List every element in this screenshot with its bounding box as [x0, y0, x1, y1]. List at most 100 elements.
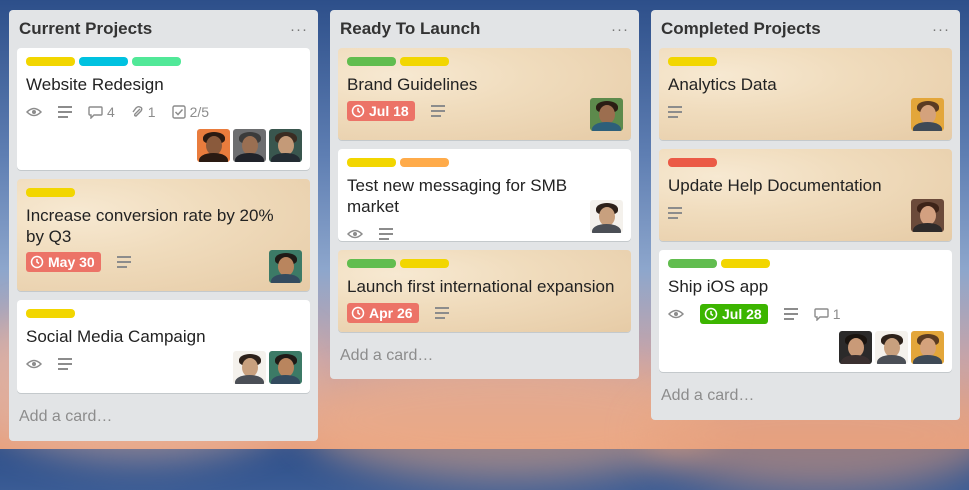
card-labels [668, 158, 943, 167]
description-icon [116, 256, 131, 268]
watch-icon [668, 308, 684, 320]
card-increase-conversion[interactable]: Increase conversion rate by 20% by Q3 Ma… [17, 179, 310, 291]
comment-icon [88, 105, 103, 119]
label-red [668, 158, 717, 167]
due-date-text: Jul 18 [369, 103, 409, 119]
member-avatar[interactable] [875, 331, 908, 364]
description-icon [668, 207, 682, 219]
member-avatar[interactable] [911, 331, 944, 364]
list-title[interactable]: Ready To Launch [340, 19, 480, 39]
card-title: Launch first international expansion [347, 277, 615, 296]
card-badges [668, 202, 943, 224]
list-header: Current Projects ··· [17, 10, 310, 48]
label-yellow [668, 57, 717, 66]
comments-count: 1 [832, 306, 841, 322]
card-labels [668, 259, 943, 268]
card-social-media-campaign[interactable]: Social Media Campaign [17, 300, 310, 393]
list-title[interactable]: Completed Projects [661, 19, 821, 39]
attachments-count: 1 [147, 104, 156, 120]
add-card-button[interactable]: Add a card… [17, 402, 310, 432]
watch-icon [26, 106, 42, 118]
member-avatar[interactable] [911, 199, 944, 232]
card-labels [26, 188, 301, 197]
checklist-icon [171, 105, 186, 119]
card-labels [26, 57, 301, 66]
card-title: Brand Guidelines [347, 75, 478, 94]
card-title: Ship iOS app [668, 277, 769, 296]
card-analytics-data[interactable]: Analytics Data [659, 48, 952, 140]
paperclip-icon [132, 105, 143, 117]
card-ship-ios-app[interactable]: Ship iOS app Jul 28 1 [659, 250, 952, 372]
card-members [911, 199, 944, 232]
member-avatar[interactable] [911, 98, 944, 131]
card-launch-international[interactable]: Launch first international expansion Apr… [338, 250, 631, 332]
due-date-badge[interactable]: May 30 [26, 252, 101, 272]
member-avatar[interactable] [197, 129, 230, 162]
list-menu-icon[interactable]: ··· [611, 21, 629, 38]
list-menu-icon[interactable]: ··· [932, 21, 950, 38]
list-completed-projects: Completed Projects ··· Analytics Data Up… [651, 10, 960, 420]
clock-icon [704, 307, 718, 321]
list-header: Completed Projects ··· [659, 10, 952, 48]
card-members [197, 129, 302, 162]
comments-count: 4 [107, 104, 115, 120]
label-green [347, 57, 396, 66]
member-avatar[interactable] [269, 250, 302, 283]
card-title: Social Media Campaign [26, 327, 206, 346]
card-labels [347, 259, 622, 268]
due-date-badge[interactable]: Jul 28 [700, 304, 768, 324]
label-green [347, 259, 396, 268]
label-green [668, 259, 717, 268]
add-card-button[interactable]: Add a card… [659, 381, 952, 411]
due-date-text: Jul 28 [722, 306, 762, 322]
card-labels [668, 57, 943, 66]
member-avatar[interactable] [590, 200, 623, 233]
add-card-button[interactable]: Add a card… [338, 341, 631, 371]
member-avatar[interactable] [269, 351, 302, 384]
member-avatar[interactable] [590, 98, 623, 131]
member-avatar[interactable] [233, 129, 266, 162]
label-yellow [26, 57, 75, 66]
member-avatar[interactable] [233, 351, 266, 384]
card-members [590, 98, 623, 131]
clock-icon [30, 255, 44, 269]
watch-icon [347, 228, 363, 240]
member-avatar[interactable] [269, 129, 302, 162]
description-icon [379, 228, 393, 240]
card-labels [347, 57, 622, 66]
member-avatar[interactable] [839, 331, 872, 364]
card-badges: Jul 28 1 [668, 303, 943, 325]
card-badges: May 30 [26, 251, 301, 273]
list-menu-icon[interactable]: ··· [290, 21, 308, 38]
list-ready-to-launch: Ready To Launch ··· Brand Guidelines Jul… [330, 10, 639, 379]
due-date-badge[interactable]: Jul 18 [347, 101, 415, 121]
card-badges: Apr 26 [347, 302, 622, 324]
comments-badge: 1 [814, 306, 841, 322]
card-update-help-documentation[interactable]: Update Help Documentation [659, 149, 952, 241]
label-yellow [26, 309, 75, 318]
due-date-badge[interactable]: Apr 26 [347, 303, 419, 323]
description-icon [430, 105, 445, 117]
due-date-text: Apr 26 [369, 305, 413, 321]
label-yellow [400, 57, 449, 66]
card-title: Test new messaging for SMB market [347, 176, 568, 216]
card-badges: 4 1 2/5 [26, 101, 301, 123]
card-labels [26, 309, 301, 318]
card-website-redesign[interactable]: Website Redesign 4 1 2/5 [17, 48, 310, 170]
card-brand-guidelines[interactable]: Brand Guidelines Jul 18 [338, 48, 631, 140]
label-blue [79, 57, 128, 66]
list-title[interactable]: Current Projects [19, 19, 152, 39]
clock-icon [351, 306, 365, 320]
card-members [590, 200, 623, 233]
card-title: Website Redesign [26, 75, 164, 94]
label-teal [132, 57, 181, 66]
label-yellow [721, 259, 770, 268]
checklist-count: 2/5 [189, 104, 210, 120]
description-icon [783, 308, 798, 320]
card-test-new-messaging[interactable]: Test new messaging for SMB market [338, 149, 631, 241]
description-icon [668, 106, 682, 118]
watch-icon [26, 358, 42, 370]
checklist-badge: 2/5 [171, 104, 210, 120]
card-badges: Jul 18 [347, 100, 622, 122]
label-yellow [400, 259, 449, 268]
